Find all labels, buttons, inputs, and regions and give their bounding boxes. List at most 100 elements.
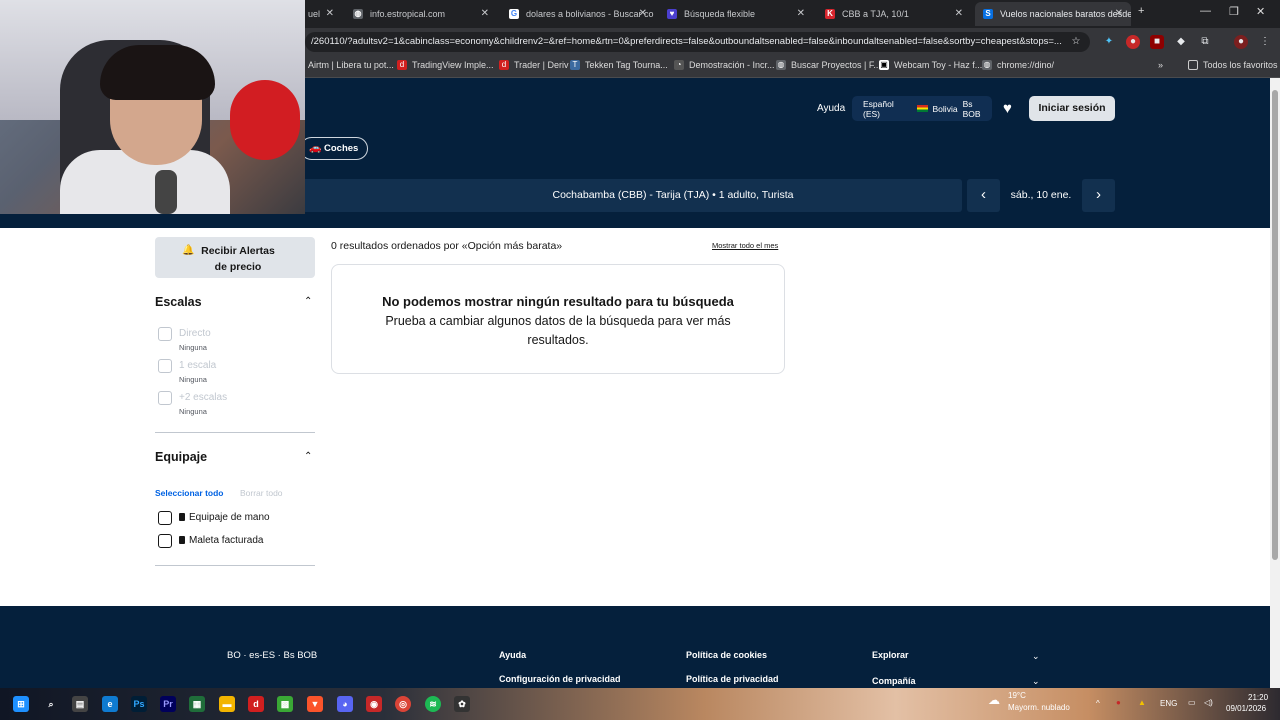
- select-all-link[interactable]: Seleccionar todo: [155, 488, 224, 498]
- bookmark-icon: T: [570, 60, 580, 70]
- next-date-button[interactable]: ›: [1082, 179, 1115, 212]
- star-icon[interactable]: ☆: [1069, 35, 1083, 49]
- windows-start-icon[interactable]: ⊞: [13, 696, 29, 712]
- extension-icon[interactable]: ■: [1150, 35, 1164, 49]
- chrome-icon[interactable]: ◎: [395, 696, 411, 712]
- windows-taskbar: ⊞ ⌕ ▤ e Ps Pr ▦ ▬ d ▩ ▼ ◕ ◉ ◎ ≋ ✿ ☁ 19°C…: [0, 688, 1280, 720]
- brave-icon[interactable]: ▼: [307, 696, 323, 712]
- scrollbar-thumb[interactable]: [1272, 90, 1278, 560]
- close-tab-icon[interactable]: ✕: [797, 8, 805, 19]
- footer-accordion[interactable]: Compañía: [872, 676, 916, 686]
- weather-temp[interactable]: 19°C: [1008, 691, 1026, 700]
- chevron-up-icon[interactable]: ^: [1096, 699, 1100, 708]
- stops-checkbox-one[interactable]: [158, 359, 172, 373]
- premiere-icon[interactable]: Pr: [160, 696, 176, 712]
- price-alerts-button[interactable]: 🔔 Recibir Alertas de precio: [155, 237, 315, 278]
- stops-checkbox-direct[interactable]: [158, 327, 172, 341]
- show-month-link[interactable]: Mostrar todo el mes: [712, 241, 778, 250]
- baggage-checkbox-checked-bag[interactable]: [158, 534, 172, 548]
- volume-icon[interactable]: ◁): [1204, 698, 1213, 707]
- taskbar-app-icon[interactable]: ✿: [454, 696, 470, 712]
- close-tab-icon[interactable]: ✕: [955, 8, 963, 19]
- chevron-down-icon[interactable]: ⌄: [1032, 651, 1040, 662]
- taskbar-app-icon[interactable]: ▦: [189, 696, 205, 712]
- browser-tab[interactable]: ♥ Búsqueda flexible ✕: [659, 2, 813, 26]
- clock-date[interactable]: 09/01/2026: [1226, 704, 1266, 713]
- taskbar-app-icon[interactable]: ◉: [366, 696, 382, 712]
- tray-app-icon[interactable]: ●: [1116, 698, 1121, 707]
- locale-selector[interactable]: Español (ES) Bolivia Bs BOB: [852, 96, 992, 121]
- puzzle-icon[interactable]: ⧉: [1198, 35, 1212, 49]
- close-tab-icon[interactable]: ✕: [481, 8, 489, 19]
- clear-all-link[interactable]: Borrar todo: [240, 488, 283, 498]
- bookmark-item[interactable]: d TradingView Imple...: [397, 60, 494, 70]
- chevron-up-icon[interactable]: ⌃: [304, 296, 312, 307]
- spotify-icon[interactable]: ≋: [425, 696, 441, 712]
- extension-icon[interactable]: ●: [1126, 35, 1140, 49]
- bookmark-item[interactable]: d Trader | Deriv: [499, 60, 569, 70]
- login-button[interactable]: Iniciar sesión: [1029, 96, 1115, 121]
- bookmark-item[interactable]: Airtm | Libera tu pot...: [308, 60, 394, 70]
- bookmark-item[interactable]: ◍ chrome://dino/: [982, 60, 1054, 70]
- favorites-heart-icon[interactable]: ♥: [1003, 100, 1012, 117]
- bookmarks-overflow-button[interactable]: »: [1158, 60, 1163, 70]
- date-display[interactable]: sáb., 10 ene.: [1004, 179, 1078, 212]
- close-window-icon[interactable]: ✕: [1256, 5, 1265, 18]
- footer-link[interactable]: Ayuda: [499, 650, 526, 660]
- baggage-checkbox-carry-on[interactable]: [158, 511, 172, 525]
- stops-option-price: Ninguna: [179, 343, 207, 352]
- profile-avatar[interactable]: ●: [1234, 35, 1248, 49]
- bag-icon: [179, 513, 185, 521]
- footer-accordion[interactable]: Explorar: [872, 650, 909, 660]
- bookmark-item[interactable]: T Tekken Tag Tourna...: [570, 60, 668, 70]
- kayak-icon: K: [825, 9, 835, 19]
- menu-icon[interactable]: ⋮: [1258, 35, 1272, 49]
- stops-section-title[interactable]: Escalas: [155, 295, 202, 309]
- language-indicator[interactable]: ENG: [1160, 699, 1177, 708]
- folder-icon[interactable]: ▬: [219, 696, 235, 712]
- browser-tab-active[interactable]: S Vuelos nacionales baratos desde ✕: [975, 2, 1131, 26]
- footer-link[interactable]: Política de cookies: [686, 650, 767, 660]
- search-icon[interactable]: ⌕: [43, 696, 59, 712]
- all-bookmarks-button[interactable]: Todos los favoritos: [1188, 60, 1278, 70]
- tray-app-icon[interactable]: ▲: [1138, 698, 1146, 707]
- extension-icon[interactable]: ✦: [1102, 35, 1116, 49]
- search-summary[interactable]: Cochabamba (CBB) - Tarija (TJA) • 1 adul…: [300, 179, 962, 212]
- minimize-icon[interactable]: —: [1200, 5, 1211, 17]
- network-icon[interactable]: ▭: [1188, 698, 1196, 707]
- minecraft-icon[interactable]: ▩: [277, 696, 293, 712]
- clock-time[interactable]: 21:20: [1248, 693, 1268, 702]
- close-tab-icon[interactable]: ✕: [639, 8, 647, 19]
- previous-date-button[interactable]: ‹: [967, 179, 1000, 212]
- baggage-section-title[interactable]: Equipaje: [155, 450, 207, 464]
- browser-tab[interactable]: ◍ info.estropical.com ✕: [345, 2, 497, 26]
- footer-link[interactable]: Política de privacidad: [686, 674, 779, 684]
- footer-locale[interactable]: BO · es-ES · Bs BOB: [227, 650, 317, 661]
- extension-icon[interactable]: ◆: [1174, 35, 1188, 49]
- photoshop-icon[interactable]: Ps: [131, 696, 147, 712]
- bookmark-item[interactable]: ◔ Demostración - Incr...: [674, 60, 775, 70]
- taskbar-app-icon[interactable]: ▤: [72, 696, 88, 712]
- help-link[interactable]: Ayuda: [817, 103, 845, 114]
- discord-icon[interactable]: ◕: [337, 696, 353, 712]
- deriv-icon[interactable]: d: [248, 696, 264, 712]
- close-tab-icon[interactable]: ✕: [326, 8, 334, 19]
- bookmark-item[interactable]: ▣ Webcam Toy - Haz f...: [879, 60, 982, 70]
- stops-checkbox-two-plus[interactable]: [158, 391, 172, 405]
- weather-desc[interactable]: Mayorm. nublado: [1008, 703, 1070, 712]
- chevron-down-icon[interactable]: ⌄: [1032, 676, 1040, 687]
- maximize-icon[interactable]: ❐: [1229, 5, 1239, 18]
- bookmark-item[interactable]: ◍ Buscar Proyectos | F...: [776, 60, 881, 70]
- browser-tab[interactable]: Gdolares a bolivianos - Buscar co ✕: [501, 2, 655, 26]
- stops-option-price: Ninguna: [179, 375, 207, 384]
- heart-icon: ♥: [667, 9, 677, 19]
- browser-tab[interactable]: K CBB a TJA, 10/1 ✕: [817, 2, 971, 26]
- edge-icon[interactable]: e: [102, 696, 118, 712]
- new-tab-button[interactable]: +: [1138, 5, 1144, 17]
- chevron-up-icon[interactable]: ⌃: [304, 451, 312, 462]
- browser-tab[interactable]: uel ✕: [300, 2, 342, 26]
- footer-link[interactable]: Configuración de privacidad: [499, 674, 621, 684]
- close-tab-icon[interactable]: ✕: [1115, 8, 1123, 19]
- url-field[interactable]: /260110/?adultsv2=1&cabinclass=economy&c…: [305, 32, 1090, 52]
- cars-tab[interactable]: 🚗 Coches: [300, 137, 368, 160]
